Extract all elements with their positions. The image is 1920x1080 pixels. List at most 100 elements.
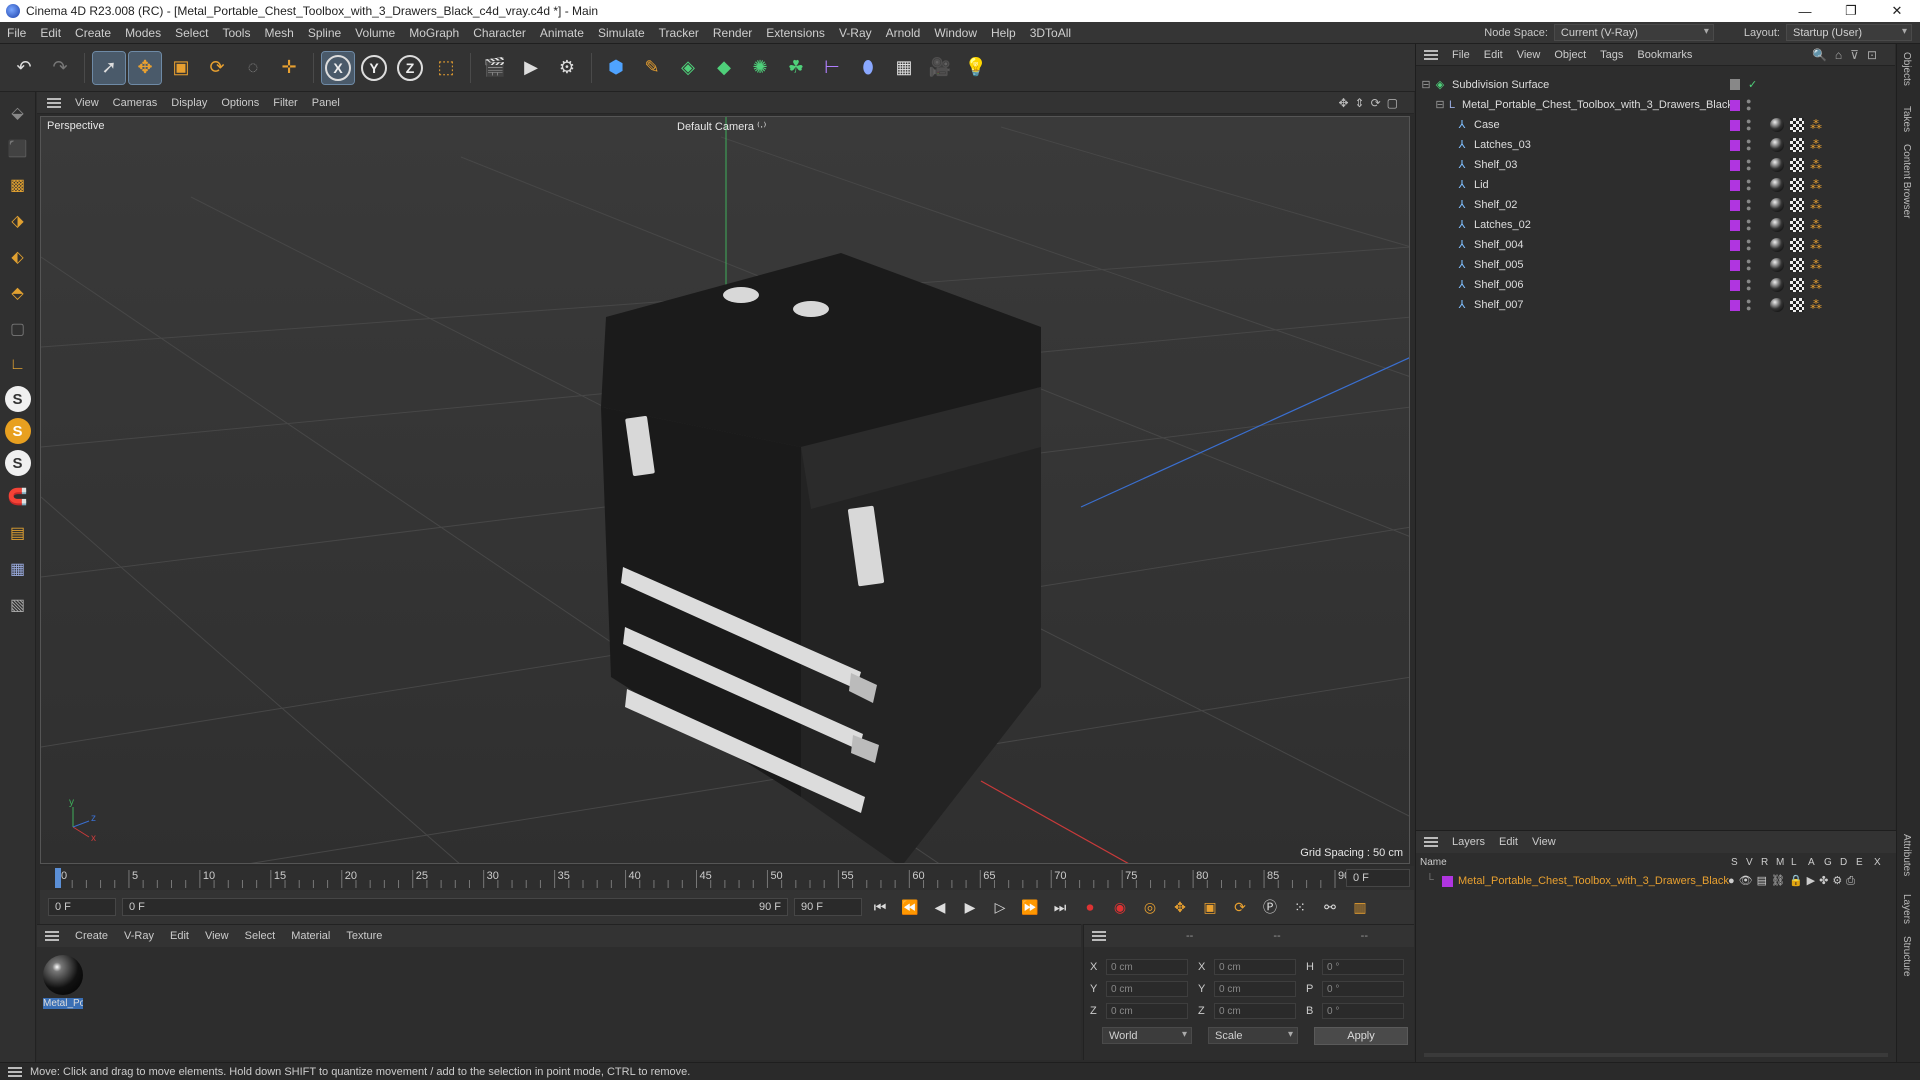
vray-tag-icon[interactable]: ⁂	[1810, 178, 1824, 192]
visibility-dots-icon[interactable]: ● ●	[1746, 257, 1752, 273]
viewport-menu-view[interactable]: View	[75, 97, 99, 109]
side-tab-takes[interactable]: Takes	[1901, 106, 1912, 132]
z-axis-lock-icon[interactable]: Z	[394, 52, 426, 84]
pen-spline-icon[interactable]: ✎	[636, 52, 668, 84]
deformer-icon[interactable]: ⊢	[816, 52, 848, 84]
menu-spline[interactable]: Spline	[301, 26, 348, 40]
rotation-h-field[interactable]: 0 °	[1322, 959, 1404, 975]
layer-color-swatch[interactable]	[1442, 876, 1453, 887]
material-menu-select[interactable]: Select	[245, 930, 276, 942]
toolbox-model[interactable]	[601, 253, 1041, 864]
subdivision-surface-icon[interactable]: ◈	[672, 52, 704, 84]
layer-color-tag[interactable]	[1730, 100, 1740, 111]
object-row-group[interactable]: ⊟ L Metal_Portable_Chest_Toolbox_with_3_…	[1416, 96, 1896, 116]
menu-modes[interactable]: Modes	[118, 26, 168, 40]
visibility-dots-icon[interactable]: ● ●	[1746, 97, 1752, 113]
object-row-subdivision[interactable]: ⊟ ◈ Subdivision Surface ✓	[1416, 76, 1896, 96]
polygons-mode-icon[interactable]: ⬘	[3, 278, 33, 308]
material-menu-texture[interactable]: Texture	[346, 930, 382, 942]
material-tag-icon[interactable]	[1770, 138, 1784, 152]
material-menu-edit[interactable]: Edit	[170, 930, 189, 942]
menu-file[interactable]: File	[0, 26, 33, 40]
redo-icon[interactable]: ↷	[44, 52, 76, 84]
vray-tag-icon[interactable]: ⁂	[1810, 238, 1824, 252]
key-pla-icon[interactable]: ⁙	[1288, 895, 1312, 919]
material-menu-icon[interactable]	[45, 931, 59, 941]
uvw-tag-icon[interactable]	[1790, 218, 1804, 232]
viewport-nav-icons[interactable]: ✥⇕⟳▢	[1338, 96, 1404, 110]
vray-tag-icon[interactable]: ⁂	[1810, 218, 1824, 232]
material-menu-vray[interactable]: V-Ray	[124, 930, 154, 942]
current-frame-field[interactable]: 0 F	[1346, 869, 1410, 887]
material-tag-icon[interactable]	[1770, 298, 1784, 312]
material-menu-create[interactable]: Create	[75, 930, 108, 942]
layer-color-tag[interactable]	[1730, 260, 1740, 271]
visibility-dots-icon[interactable]: ● ●	[1746, 137, 1752, 153]
maximize-button[interactable]: ❐	[1828, 0, 1874, 22]
material-swatch[interactable]: Metal_Po	[43, 955, 83, 1009]
workplane-icon[interactable]: ▤	[3, 518, 33, 548]
move-tool-icon[interactable]: ✥	[128, 50, 162, 85]
object-menu-bookmarks[interactable]: Bookmarks	[1637, 49, 1692, 61]
position-y-field[interactable]: 0 cm	[1106, 981, 1188, 997]
key-scale-icon[interactable]: ▣	[1198, 895, 1222, 919]
vray-tag-icon[interactable]: ⁂	[1810, 138, 1824, 152]
frame-range-slider[interactable]: 0 F 90 F	[122, 898, 788, 916]
object-manager-tool-icons[interactable]: 🔍⌂⊽⊡	[1812, 48, 1885, 62]
light-icon[interactable]: 💡	[960, 52, 992, 84]
side-tab-attributes[interactable]: Attributes	[1901, 834, 1912, 876]
object-row-child[interactable]: ⅄ Case ● ● ⁂	[1416, 116, 1896, 136]
rotation-p-field[interactable]: 0 °	[1322, 981, 1404, 997]
material-tag-icon[interactable]	[1770, 198, 1784, 212]
layer-toggle-icons[interactable]: ●👁▤⛓🔒▶✤⚙⎙	[1728, 874, 1859, 888]
side-tab-structure[interactable]: Structure	[1901, 936, 1912, 977]
camera-icon[interactable]: 🎥	[924, 52, 956, 84]
layer-color-tag[interactable]	[1730, 180, 1740, 191]
playhead-marker[interactable]	[55, 868, 61, 888]
object-row-child[interactable]: ⅄ Latches_03 ● ● ⁂	[1416, 136, 1896, 156]
object-row-child[interactable]: ⅄ Shelf_02 ● ● ⁂	[1416, 196, 1896, 216]
visibility-dots-icon[interactable]	[1730, 79, 1740, 90]
visibility-dots-icon[interactable]: ● ●	[1746, 117, 1752, 133]
menu-character[interactable]: Character	[466, 26, 533, 40]
go-to-start-icon[interactable]: ⏮	[868, 895, 892, 919]
menu-animate[interactable]: Animate	[533, 26, 591, 40]
side-tab-content-browser[interactable]: Content Browser	[1901, 144, 1912, 218]
menu-volume[interactable]: Volume	[348, 26, 402, 40]
object-row-child[interactable]: ⅄ Shelf_006 ● ● ⁂	[1416, 276, 1896, 296]
object-menu-edit[interactable]: Edit	[1484, 49, 1503, 61]
layer-color-tag[interactable]	[1730, 280, 1740, 291]
layout-dropdown[interactable]: Startup (User)	[1786, 24, 1912, 41]
select-cursor-icon[interactable]: ➚	[92, 50, 126, 85]
uvw-tag-icon[interactable]	[1790, 278, 1804, 292]
coordinate-system-dropdown[interactable]: World	[1102, 1027, 1192, 1044]
axis-mode-icon[interactable]: ∟	[3, 350, 33, 380]
viewport-menu-icon[interactable]	[47, 97, 61, 108]
material-menu-material[interactable]: Material	[291, 930, 330, 942]
mograph-icon[interactable]: ☘	[780, 52, 812, 84]
menu-vray[interactable]: V-Ray	[832, 26, 879, 40]
workplane-snap-icon[interactable]: S	[4, 450, 31, 476]
menu-simulate[interactable]: Simulate	[591, 26, 652, 40]
locked-workplane-icon[interactable]: ▧	[3, 590, 33, 620]
object-menu-object[interactable]: Object	[1554, 49, 1586, 61]
visibility-dots-icon[interactable]: ● ●	[1746, 197, 1752, 213]
layer-menu-icon[interactable]	[1424, 837, 1438, 847]
record-keys-icon[interactable]: ⏺	[1078, 895, 1102, 919]
menu-window[interactable]: Window	[927, 26, 984, 40]
material-tag-icon[interactable]	[1770, 158, 1784, 172]
uvw-tag-icon[interactable]	[1790, 158, 1804, 172]
object-menu-tags[interactable]: Tags	[1600, 49, 1623, 61]
floor-icon[interactable]: ▦	[888, 52, 920, 84]
magnet-icon[interactable]: 🧲	[3, 482, 33, 512]
menu-tracker[interactable]: Tracker	[652, 26, 706, 40]
vray-tag-icon[interactable]: ⁂	[1810, 298, 1824, 312]
render-settings-icon[interactable]: ⚙	[551, 52, 583, 84]
menu-arnold[interactable]: Arnold	[879, 26, 928, 40]
cloner-icon[interactable]: ✺	[744, 52, 776, 84]
layer-menu-view[interactable]: View	[1532, 836, 1556, 848]
undo-icon[interactable]: ↶	[8, 52, 40, 84]
material-tag-icon[interactable]	[1770, 218, 1784, 232]
x-axis-lock-icon[interactable]: X	[321, 50, 355, 85]
material-tag-icon[interactable]	[1770, 118, 1784, 132]
